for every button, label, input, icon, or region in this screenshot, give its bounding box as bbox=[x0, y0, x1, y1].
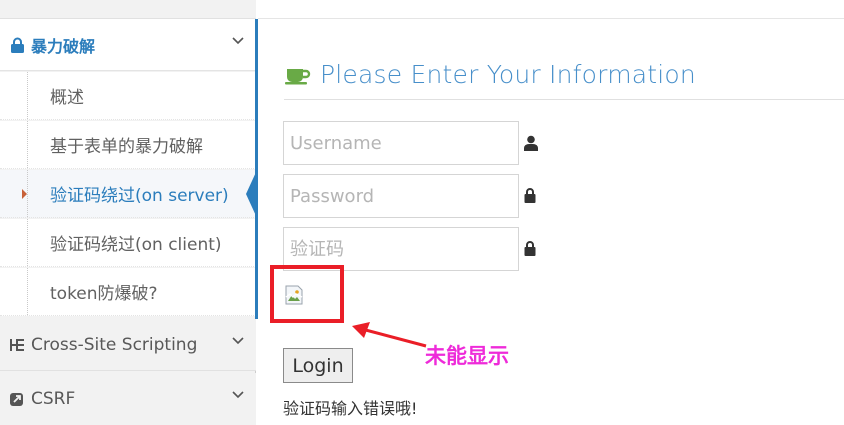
login-button[interactable]: Login bbox=[283, 348, 353, 383]
chevron-down-icon bbox=[232, 391, 244, 401]
caret-right-icon bbox=[22, 188, 27, 199]
sidebar-item-token[interactable]: token防爆破? bbox=[0, 268, 256, 316]
sidebar-item-label: token防爆破? bbox=[50, 284, 158, 304]
password-input[interactable] bbox=[284, 175, 518, 217]
tree-line bbox=[27, 268, 28, 315]
divider bbox=[284, 99, 844, 100]
sidebar-group-csrf[interactable]: CSRF bbox=[0, 373, 256, 425]
sidebar-group-label: 暴力破解 bbox=[31, 36, 96, 56]
annotation-highlight-box bbox=[270, 265, 344, 323]
error-message: 验证码输入错误哦! bbox=[283, 399, 418, 418]
sitemap-icon bbox=[9, 336, 25, 354]
lock-icon bbox=[524, 241, 538, 257]
username-field[interactable] bbox=[283, 121, 519, 165]
chevron-down-icon bbox=[232, 336, 244, 347]
sidebar-item-vcode-server[interactable]: 验证码绕过(on server) bbox=[0, 170, 257, 218]
main-content: Please Enter Your Information 未能显示 Login… bbox=[258, 0, 844, 424]
sidebar-group-label: CSRF bbox=[31, 389, 76, 409]
password-field[interactable] bbox=[283, 174, 519, 218]
sidebar-group-brute-force[interactable]: 暴力破解 bbox=[0, 19, 256, 71]
vcode-input[interactable] bbox=[284, 228, 518, 270]
sidebar-item-label: 验证码绕过(on server) bbox=[50, 186, 229, 206]
tree-line bbox=[27, 219, 28, 266]
breadcrumb-strip bbox=[258, 0, 844, 19]
sidebar-item-vcode-client[interactable]: 验证码绕过(on client) bbox=[0, 219, 256, 267]
tree-line bbox=[27, 121, 28, 168]
share-icon bbox=[9, 390, 25, 408]
coffee-cup-icon bbox=[284, 63, 312, 85]
sidebar: 暴力破解 概述 基于表单的暴力破解 验证码绕过(on server) 验证码绕过… bbox=[0, 0, 257, 425]
tree-line bbox=[27, 72, 28, 119]
sidebar-item-label: 基于表单的暴力破解 bbox=[50, 137, 203, 157]
annotation-note: 未能显示 bbox=[425, 344, 509, 368]
annotation-arrow bbox=[348, 318, 428, 354]
sidebar-item-label: 概述 bbox=[50, 88, 84, 108]
sidebar-item-form-brute-force[interactable]: 基于表单的暴力破解 bbox=[0, 121, 256, 169]
username-input[interactable] bbox=[284, 122, 518, 164]
lock-icon bbox=[524, 188, 538, 204]
sidebar-top-strip bbox=[0, 0, 256, 19]
page-title: Please Enter Your Information bbox=[284, 56, 696, 92]
chevron-down-icon bbox=[232, 36, 244, 47]
lock-icon bbox=[9, 36, 25, 54]
page-title-text: Please Enter Your Information bbox=[320, 59, 696, 89]
sidebar-group-xss[interactable]: Cross-Site Scripting bbox=[0, 319, 256, 371]
sidebar-group-label: Cross-Site Scripting bbox=[31, 334, 198, 355]
sidebar-item-label: 验证码绕过(on client) bbox=[50, 235, 222, 255]
user-icon bbox=[524, 135, 538, 151]
sidebar-item-overview[interactable]: 概述 bbox=[0, 72, 256, 120]
tree-line bbox=[27, 170, 28, 217]
